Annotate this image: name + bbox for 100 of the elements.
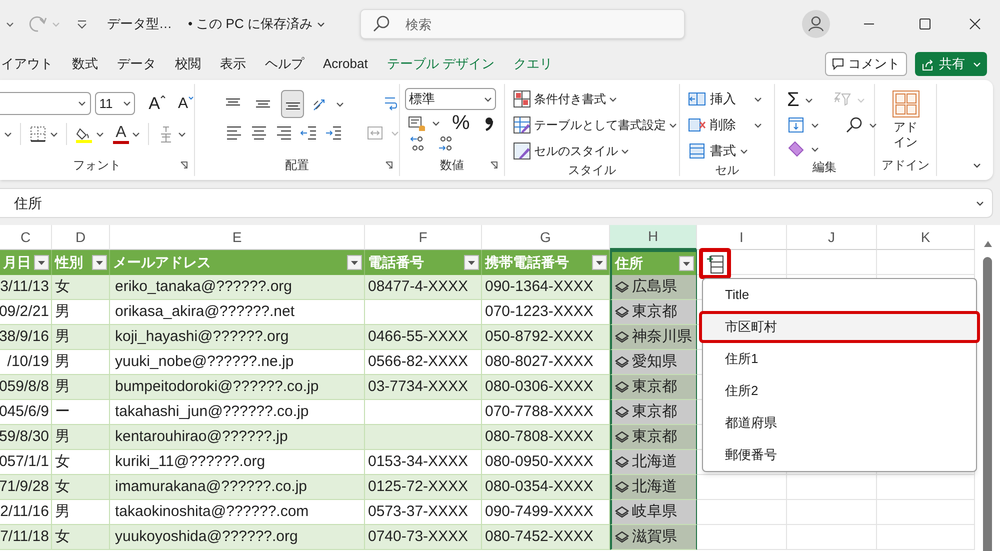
cell-button[interactable]: 挿入	[688, 89, 774, 109]
ribbon-tab[interactable]: イアウト	[1, 54, 53, 74]
scrollbar-thumb[interactable]	[983, 257, 992, 551]
filter-button[interactable]	[679, 256, 694, 271]
chevron-down-icon[interactable]	[805, 98, 814, 102]
shrink-font-button[interactable]: A	[178, 96, 194, 111]
chevron-down-icon[interactable]	[811, 146, 819, 152]
layers-icon[interactable]	[615, 331, 629, 343]
increase-indent-icon[interactable]	[325, 124, 343, 142]
cell-button[interactable]: 削除	[688, 115, 774, 135]
chevron-down-icon[interactable]	[4, 132, 12, 136]
ribbon-tab[interactable]: テーブル デザイン	[386, 54, 494, 74]
chevron-down-icon[interactable]	[869, 122, 877, 128]
layers-icon[interactable]	[615, 281, 629, 293]
chevron-down-icon[interactable]	[50, 132, 58, 136]
column-header[interactable]: I	[697, 225, 787, 250]
menu-item[interactable]: 住所2	[703, 375, 976, 407]
layers-icon[interactable]	[615, 356, 629, 368]
chevron-down-icon[interactable]	[740, 148, 748, 154]
filter-button[interactable]	[34, 255, 49, 270]
increase-decimal-icon[interactable]	[408, 135, 426, 153]
align-right-icon[interactable]	[275, 124, 293, 142]
chevron-down-icon[interactable]	[96, 132, 104, 136]
insert-field-button[interactable]	[699, 248, 731, 279]
column-header[interactable]: H	[610, 225, 697, 250]
grow-font-button[interactable]: A	[148, 95, 166, 112]
column-header[interactable]: D	[52, 225, 110, 250]
ribbon-tab[interactable]: データ	[117, 54, 156, 74]
accounting-format-icon[interactable]	[408, 114, 426, 132]
chevron-down-icon[interactable]	[132, 132, 140, 136]
column-header[interactable]: F	[365, 225, 482, 250]
align-center-icon[interactable]	[250, 124, 268, 142]
search-field[interactable]: 検索	[360, 9, 686, 39]
style-button[interactable]: セルのスタイル	[513, 141, 679, 161]
chevron-down-icon[interactable]	[178, 132, 186, 136]
maximize-icon[interactable]	[919, 18, 931, 30]
layers-icon[interactable]	[615, 406, 629, 418]
chevron-down-icon[interactable]	[754, 96, 762, 102]
dialog-launcher-icon[interactable]	[385, 161, 393, 169]
chevron-down-icon[interactable]	[336, 102, 344, 106]
menu-item[interactable]: 住所1	[703, 343, 976, 375]
filter-button[interactable]	[464, 255, 479, 270]
chevron-down-icon[interactable]	[609, 96, 617, 102]
number-format-dropdown[interactable]: 標準	[405, 88, 496, 110]
eraser-icon[interactable]	[787, 140, 805, 158]
chevron-down-icon[interactable]	[484, 96, 492, 102]
percent-button[interactable]: %	[452, 113, 470, 133]
customize-icon[interactable]	[77, 19, 87, 29]
add-ins-button[interactable]: アドイン	[892, 90, 920, 150]
chevron-down-icon[interactable]	[973, 163, 981, 168]
merge-cells-icon[interactable]	[366, 124, 384, 142]
style-button[interactable]: 条件付き書式	[513, 89, 679, 109]
column-header[interactable]: E	[110, 225, 365, 250]
dialog-launcher-icon[interactable]	[180, 161, 188, 169]
ribbon-tab[interactable]: ヘルプ	[265, 54, 304, 74]
chevron-down-icon[interactable]	[432, 120, 440, 126]
ribbon-tab[interactable]: 校閲	[175, 54, 201, 74]
layers-icon[interactable]	[615, 431, 629, 443]
bottom-align-button[interactable]	[281, 90, 304, 118]
avatar-icon[interactable]	[802, 10, 830, 38]
close-icon[interactable]	[969, 18, 981, 30]
scroll-up-icon[interactable]	[984, 241, 992, 247]
chevron-down-icon[interactable]	[976, 200, 984, 206]
chevron-down-icon[interactable]	[122, 101, 131, 106]
layers-icon[interactable]	[615, 481, 629, 493]
layers-icon[interactable]	[615, 531, 629, 543]
menu-item[interactable]: 郵便番号	[703, 439, 976, 471]
chevron-down-icon[interactable]	[6, 22, 14, 26]
chevron-down-icon[interactable]	[621, 148, 629, 154]
layers-icon[interactable]	[615, 381, 629, 393]
column-header[interactable]: K	[877, 225, 975, 250]
decrease-indent-icon[interactable]	[300, 124, 318, 142]
borders-icon[interactable]	[29, 125, 47, 143]
ribbon-tab[interactable]: クエリ	[513, 54, 552, 74]
dialog-launcher-icon[interactable]	[490, 161, 498, 169]
font-color-button[interactable]: A	[113, 124, 129, 144]
font-size-dropdown[interactable]: 11	[95, 92, 135, 115]
autosum-button[interactable]: Σ	[787, 90, 800, 110]
chevron-down-icon[interactable]	[669, 122, 677, 128]
chevron-down-icon[interactable]	[78, 101, 86, 106]
layers-icon[interactable]	[615, 506, 629, 518]
menu-item[interactable]: 市区町村	[699, 311, 980, 343]
ribbon-tab[interactable]: Acrobat	[323, 54, 368, 74]
column-header[interactable]: J	[787, 225, 877, 250]
cell-button[interactable]: 書式	[688, 141, 774, 161]
ribbon-tab[interactable]: 表示	[220, 54, 246, 74]
align-left-icon[interactable]	[225, 124, 243, 142]
chevron-down-icon[interactable]	[754, 122, 762, 128]
fill-icon[interactable]	[787, 116, 805, 134]
filter-button[interactable]	[92, 255, 107, 270]
layers-icon[interactable]	[615, 456, 629, 468]
chevron-down-icon[interactable]	[811, 122, 819, 128]
menu-item[interactable]: 都道府県	[703, 407, 976, 439]
column-header[interactable]: G	[482, 225, 610, 250]
menu-item[interactable]: Title	[703, 279, 976, 311]
filter-button[interactable]	[347, 255, 362, 270]
share-button[interactable]: 共有	[915, 52, 987, 76]
save-status-button[interactable]: • この PC に保存済み	[188, 14, 326, 34]
search-icon[interactable]	[845, 116, 863, 134]
filter-button[interactable]	[592, 255, 607, 270]
